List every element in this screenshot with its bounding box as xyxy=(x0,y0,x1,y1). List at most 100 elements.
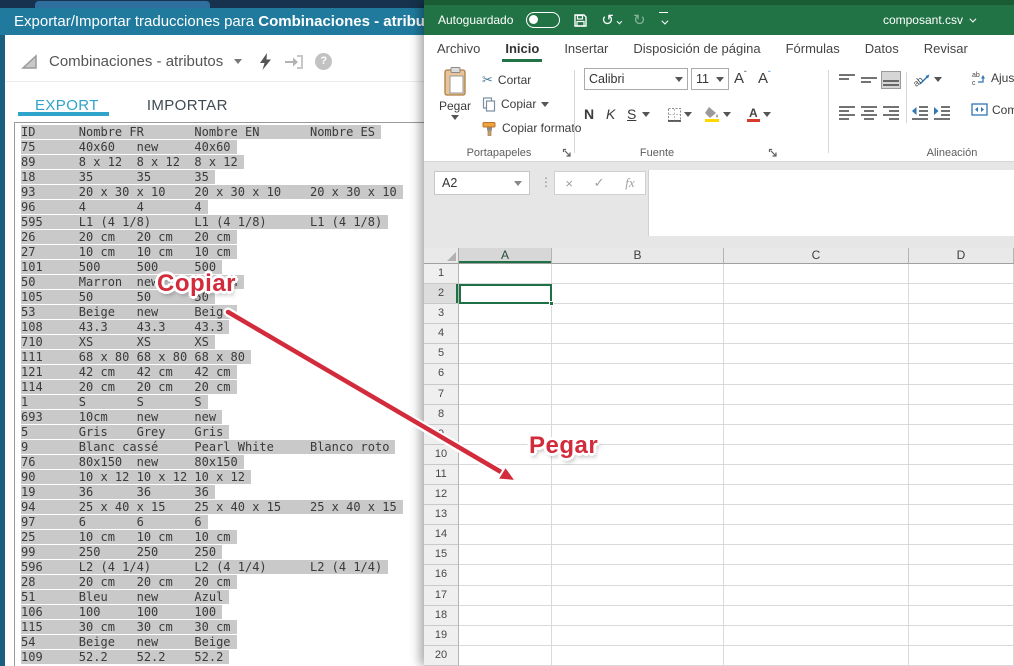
cell-B3[interactable] xyxy=(552,304,724,324)
cell-D12[interactable] xyxy=(909,485,1014,505)
row-header-11[interactable]: 11 xyxy=(424,465,459,485)
column-header-A[interactable]: A xyxy=(459,248,552,264)
cell-B10[interactable] xyxy=(552,445,724,465)
cell-A16[interactable] xyxy=(459,565,552,585)
row-header-17[interactable]: 17 xyxy=(424,586,459,606)
cell-A19[interactable] xyxy=(459,626,552,646)
cell-D2[interactable] xyxy=(909,284,1014,304)
insert-function-icon[interactable]: fx xyxy=(625,175,634,191)
cell-B18[interactable] xyxy=(552,606,724,626)
bold-button[interactable]: N xyxy=(584,102,594,126)
increase-font-icon[interactable]: Aˆ xyxy=(734,70,747,87)
cell-C13[interactable] xyxy=(724,505,909,525)
align-top-icon[interactable] xyxy=(838,72,856,88)
formula-bar-grip[interactable]: ⋮ xyxy=(540,175,552,189)
cell-B4[interactable] xyxy=(552,324,724,344)
cell-B12[interactable] xyxy=(552,485,724,505)
cell-B19[interactable] xyxy=(552,626,724,646)
cell-C11[interactable] xyxy=(724,465,909,485)
cell-A4[interactable] xyxy=(459,324,552,344)
cell-D4[interactable] xyxy=(909,324,1014,344)
cell-C15[interactable] xyxy=(724,545,909,565)
cell-B16[interactable] xyxy=(552,565,724,585)
row-header-1[interactable]: 1 xyxy=(424,264,459,284)
cell-C19[interactable] xyxy=(724,626,909,646)
merge-center-button[interactable]: Com xyxy=(971,102,1014,117)
cell-A14[interactable] xyxy=(459,525,552,545)
cell-C12[interactable] xyxy=(724,485,909,505)
cell-A6[interactable] xyxy=(459,364,552,384)
cell-A17[interactable] xyxy=(459,586,552,606)
row-header-8[interactable]: 8 xyxy=(424,405,459,425)
cell-B11[interactable] xyxy=(552,465,724,485)
ribbon-tab-archivo[interactable]: Archivo xyxy=(437,35,480,62)
cell-A8[interactable] xyxy=(459,405,552,425)
cell-B15[interactable] xyxy=(552,545,724,565)
cell-B8[interactable] xyxy=(552,405,724,425)
cell-A18[interactable] xyxy=(459,606,552,626)
ribbon-tab-datos[interactable]: Datos xyxy=(865,35,899,62)
column-header-C[interactable]: C xyxy=(724,248,909,264)
cell-C7[interactable] xyxy=(724,385,909,405)
cell-D19[interactable] xyxy=(909,626,1014,646)
tab-export[interactable]: EXPORT xyxy=(35,97,99,114)
row-header-15[interactable]: 15 xyxy=(424,545,459,565)
row-header-5[interactable]: 5 xyxy=(424,344,459,364)
cell-A13[interactable] xyxy=(459,505,552,525)
row-header-7[interactable]: 7 xyxy=(424,385,459,405)
cell-A12[interactable] xyxy=(459,485,552,505)
fill-handle[interactable] xyxy=(549,301,554,306)
font-color-button[interactable]: A xyxy=(746,102,771,126)
cell-C6[interactable] xyxy=(724,364,909,384)
cell-D20[interactable] xyxy=(909,646,1014,666)
workbook-filename[interactable]: composant.csv xyxy=(883,13,974,27)
row-header-19[interactable]: 19 xyxy=(424,626,459,646)
cell-C17[interactable] xyxy=(724,586,909,606)
entity-selector[interactable]: Combinaciones - atributos xyxy=(49,53,223,70)
align-right-icon[interactable] xyxy=(882,104,900,120)
font-name-select[interactable]: Calibri xyxy=(584,68,688,90)
cell-A15[interactable] xyxy=(459,545,552,565)
cell-A10[interactable] xyxy=(459,445,552,465)
row-header-12[interactable]: 12 xyxy=(424,485,459,505)
cell-C18[interactable] xyxy=(724,606,909,626)
cell-D7[interactable] xyxy=(909,385,1014,405)
font-dialog-launcher-icon[interactable] xyxy=(768,148,778,158)
select-all-button[interactable] xyxy=(424,248,459,264)
decrease-font-icon[interactable]: Aˇ xyxy=(758,70,771,87)
row-header-10[interactable]: 10 xyxy=(424,445,459,465)
cell-A5[interactable] xyxy=(459,344,552,364)
cell-B7[interactable] xyxy=(552,385,724,405)
name-box[interactable]: A2 xyxy=(434,171,530,195)
cell-A1[interactable] xyxy=(459,264,552,284)
cut-button[interactable]: ✂ Cortar xyxy=(482,72,531,88)
row-header-13[interactable]: 13 xyxy=(424,505,459,525)
cell-C1[interactable] xyxy=(724,264,909,284)
cell-B17[interactable] xyxy=(552,586,724,606)
column-header-B[interactable]: B xyxy=(552,248,724,264)
cell-C5[interactable] xyxy=(724,344,909,364)
cell-D15[interactable] xyxy=(909,545,1014,565)
cell-D16[interactable] xyxy=(909,565,1014,585)
undo-icon[interactable]: ↺ xyxy=(601,13,620,28)
cell-D1[interactable] xyxy=(909,264,1014,284)
italic-button[interactable]: K xyxy=(606,102,615,126)
cell-D18[interactable] xyxy=(909,606,1014,626)
cell-D3[interactable] xyxy=(909,304,1014,324)
selected-cell-A2[interactable] xyxy=(459,284,552,304)
enter-icon[interactable]: ✓ xyxy=(594,175,605,191)
autosave-toggle[interactable] xyxy=(526,12,560,28)
save-icon[interactable] xyxy=(573,13,588,28)
cell-C14[interactable] xyxy=(724,525,909,545)
cell-C8[interactable] xyxy=(724,405,909,425)
help-icon[interactable]: ? xyxy=(315,53,332,70)
cell-C3[interactable] xyxy=(724,304,909,324)
row-header-18[interactable]: 18 xyxy=(424,606,459,626)
cell-D9[interactable] xyxy=(909,425,1014,445)
cell-D8[interactable] xyxy=(909,405,1014,425)
fill-color-button[interactable] xyxy=(704,102,731,126)
column-header-D[interactable]: D xyxy=(909,248,1014,264)
format-painter-button[interactable]: Copiar formato xyxy=(482,120,581,136)
cell-A3[interactable] xyxy=(459,304,552,324)
wrap-text-button[interactable]: ab c Ajust xyxy=(971,70,1014,86)
